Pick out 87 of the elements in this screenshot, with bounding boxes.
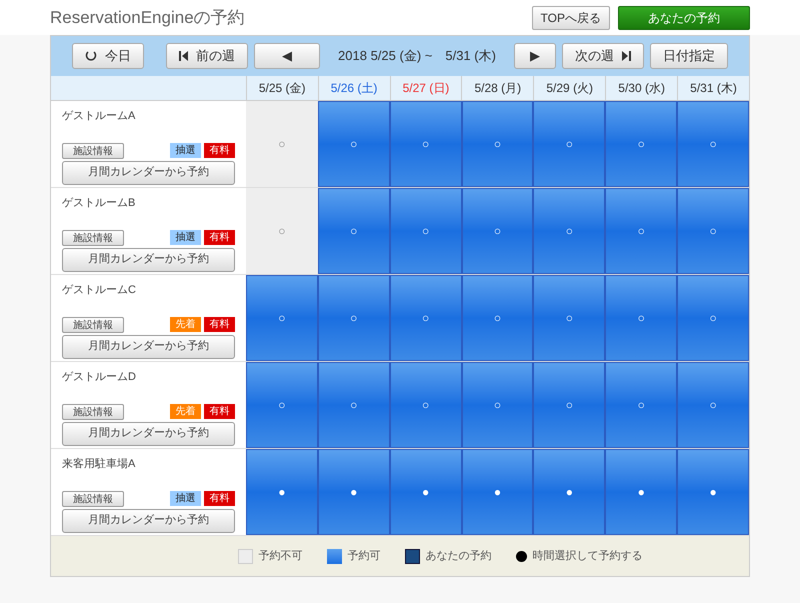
legend-label: 予約不可 [258, 548, 302, 564]
tag: 抽選 [170, 143, 201, 158]
slot-cell[interactable]: ○ [390, 275, 462, 361]
slot-cell[interactable]: ○ [390, 188, 462, 274]
pick-date-button[interactable]: 日付指定 [650, 43, 728, 69]
slot-cell[interactable]: ○ [462, 275, 534, 361]
facility-name: ゲストルームD [62, 370, 137, 385]
slot-cell[interactable]: ○ [605, 101, 678, 187]
facility-info-button[interactable]: 施設情報 [62, 490, 124, 506]
legend-label: 時間選択して予約する [532, 548, 642, 564]
tag: 有料 [204, 230, 235, 245]
day-header: 5/27 (日) [390, 76, 462, 100]
monthly-calendar-button[interactable]: 月間カレンダーから予約 [62, 160, 235, 184]
legend-swatch [404, 548, 420, 564]
day-header: 5/25 (金) [246, 76, 318, 100]
facility-info-button[interactable]: 施設情報 [62, 404, 124, 420]
day-header: 5/28 (月) [461, 76, 534, 100]
next-button[interactable]: ▶ [514, 43, 556, 69]
slot-cell[interactable]: ○ [246, 275, 318, 361]
slot-cell[interactable]: ● [318, 449, 390, 535]
tag: 有料 [204, 491, 235, 506]
monthly-calendar-button[interactable]: 月間カレンダーから予約 [62, 508, 235, 532]
slot-cell[interactable]: ○ [677, 275, 750, 361]
facility-name: 来客用駐車場A [62, 456, 136, 472]
page-title: ReservationEngineの予約 [50, 6, 246, 29]
legend-label: あなたの予約 [426, 548, 492, 564]
slot-cell[interactable]: ○ [533, 362, 606, 448]
prev-button[interactable]: ◀ [254, 43, 320, 69]
day-header: 5/31 (木) [677, 76, 749, 100]
skip-back-icon [179, 51, 188, 61]
slot-cell[interactable]: ○ [390, 101, 462, 187]
monthly-calendar-button[interactable]: 月間カレンダーから予約 [62, 422, 235, 446]
slot-cell[interactable]: ○ [318, 275, 390, 361]
slot-cell[interactable]: ○ [533, 188, 606, 274]
tag: 先着 [170, 404, 201, 419]
legend-swatch [326, 548, 342, 564]
your-reservations-button[interactable]: あなたの予約 [618, 6, 750, 30]
facility-info-button[interactable]: 施設情報 [62, 316, 124, 332]
date-range: 2018 5/25 (金) ~ 5/31 (木) [338, 47, 496, 66]
slot-cell[interactable]: ○ [533, 275, 606, 361]
slot-cell[interactable]: ○ [318, 188, 390, 274]
tag: 抽選 [170, 491, 201, 506]
tag: 有料 [204, 143, 235, 158]
day-header: 5/30 (水) [605, 76, 678, 100]
skip-forward-icon [622, 51, 631, 61]
slot-cell[interactable]: ○ [246, 101, 318, 187]
slot-cell[interactable]: ● [533, 449, 606, 535]
slot-cell[interactable]: ● [677, 449, 750, 535]
slot-cell[interactable]: ○ [462, 188, 534, 274]
day-header: 5/29 (火) [533, 76, 606, 100]
slot-cell[interactable]: ○ [462, 101, 534, 187]
slot-cell[interactable]: ○ [605, 188, 678, 274]
slot-cell[interactable]: ○ [318, 362, 390, 448]
slot-cell[interactable]: ● [605, 449, 678, 535]
slot-cell[interactable]: ○ [462, 362, 534, 448]
tag: 有料 [204, 404, 235, 419]
facility-info-button[interactable]: 施設情報 [62, 230, 124, 246]
tag: 有料 [204, 317, 235, 332]
slot-cell[interactable]: ● [246, 449, 318, 535]
facility-info-button[interactable]: 施設情報 [62, 142, 124, 158]
facility-name: ゲストルームA [62, 109, 136, 124]
slot-cell[interactable]: ○ [318, 101, 390, 187]
legend-label: 予約可 [348, 548, 380, 564]
monthly-calendar-button[interactable]: 月間カレンダーから予約 [62, 334, 235, 358]
slot-cell[interactable]: ● [390, 449, 462, 535]
slot-cell[interactable]: ○ [605, 362, 678, 448]
slot-cell[interactable]: ● [462, 449, 534, 535]
slot-cell[interactable]: ○ [677, 362, 750, 448]
refresh-icon [85, 50, 98, 62]
facility-name: ゲストルームB [62, 196, 136, 211]
slot-cell[interactable]: ○ [605, 275, 678, 361]
slot-cell[interactable]: ○ [390, 362, 462, 448]
slot-cell[interactable]: ○ [246, 188, 318, 274]
monthly-calendar-button[interactable]: 月間カレンダーから予約 [62, 248, 235, 272]
slot-cell[interactable]: ○ [246, 362, 318, 448]
tag: 先着 [170, 317, 201, 332]
day-header: 5/26 (土) [318, 76, 390, 100]
tag: 抽選 [170, 230, 201, 245]
slot-cell[interactable]: ○ [677, 188, 750, 274]
top-button[interactable]: TOPへ戻る [532, 6, 610, 30]
facility-name: ゲストルームC [62, 283, 137, 298]
legend-swatch [238, 548, 252, 564]
prev-week-button[interactable]: 前の週 [166, 43, 248, 69]
slot-cell[interactable]: ○ [533, 101, 606, 187]
today-button[interactable]: 今日 [72, 43, 144, 69]
next-week-button[interactable]: 次の週 [562, 43, 644, 69]
slot-cell[interactable]: ○ [677, 101, 750, 187]
